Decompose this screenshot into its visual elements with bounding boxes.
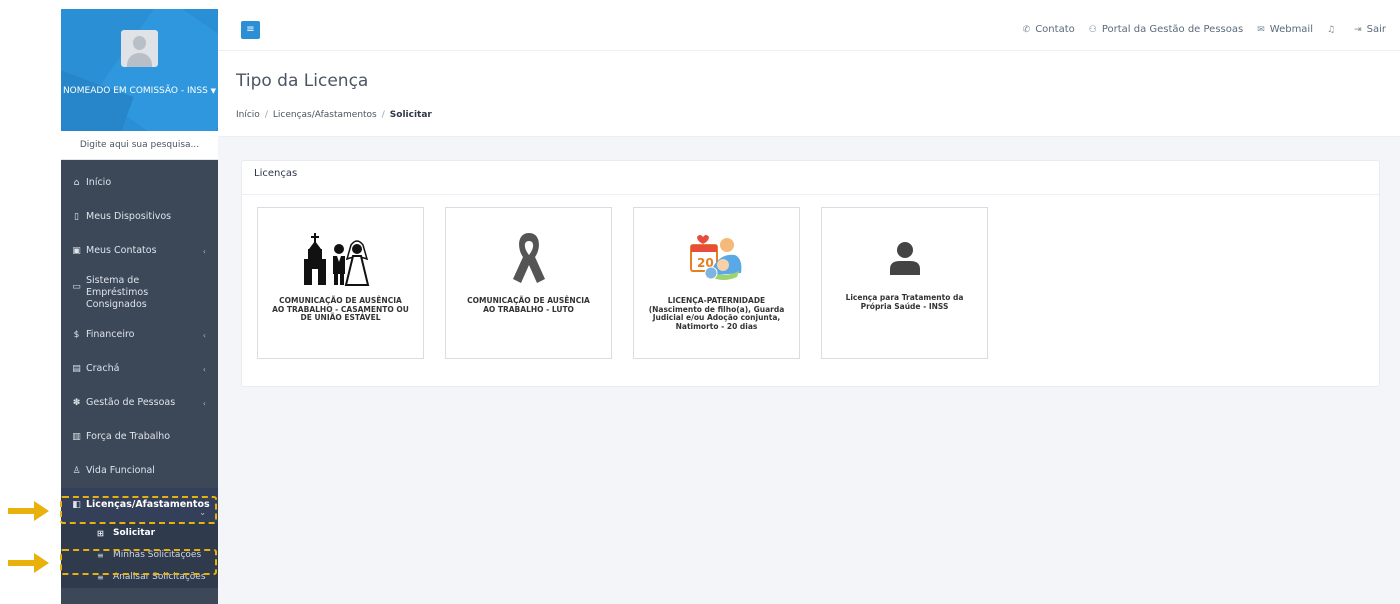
envelope-icon: ✉: [1257, 24, 1265, 35]
home-icon: ⌂: [73, 178, 80, 188]
sair-link[interactable]: ⇥ Sair: [1354, 24, 1386, 35]
card-tratamento-saude[interactable]: Licença para Tratamento da Própria Saúde…: [821, 207, 988, 359]
avatar: [121, 30, 158, 67]
sidebar-item-vida-funcional[interactable]: ♙ Vida Funcional: [61, 454, 218, 488]
top-links: ✆ Contato ⚇ Portal da Gestão de Pessoas ✉ W…: [1023, 9, 1386, 49]
dollar-icon: $: [73, 330, 80, 340]
chevron-left-icon: ‹: [202, 398, 206, 408]
workforce-icon: ▥: [72, 432, 81, 442]
logout-icon: ⇥: [1354, 24, 1362, 35]
contato-link[interactable]: ✆ Contato: [1023, 24, 1075, 35]
card-label: LICENÇA-PATERNIDADE (Nascimento de filho…: [648, 296, 785, 331]
bell-icon: ♫: [1327, 24, 1336, 35]
profile-panel: NOMEADO EM COMISSÃO - INSS ▼: [61, 9, 218, 131]
card-label: Licença para Tratamento da Própria Saúde…: [845, 293, 964, 311]
sidebar-item-gestao-pessoas[interactable]: ✽ Gestão de Pessoas ‹: [61, 386, 218, 420]
portal-gestao-link[interactable]: ⚇ Portal da Gestão de Pessoas: [1089, 24, 1243, 35]
licencas-panel: Licenças COMUNICAÇÃO DE AUSÊNCIA AO TRAB…: [241, 160, 1380, 387]
webmail-link[interactable]: ✉ Webmail: [1257, 24, 1313, 35]
person-icon: [822, 238, 987, 278]
chevron-left-icon: ‹: [202, 330, 206, 340]
breadcrumb-current: Solicitar: [389, 110, 432, 120]
plus-square-icon: ⊞: [97, 528, 104, 538]
sidebar-subitem-solicitar[interactable]: ⊞ Solicitar: [61, 522, 218, 544]
sidebar-item-meus-contatos[interactable]: ▣ Meus Contatos ‹: [61, 234, 218, 268]
sidebar-item-inicio[interactable]: ⌂ Início: [61, 166, 218, 200]
notifications-button[interactable]: ♫: [1327, 24, 1340, 35]
sidebar-search-input[interactable]: Digite aqui sua pesquisa...: [61, 131, 218, 160]
contacts-icon: ▣: [72, 246, 81, 256]
page: NOMEADO EM COMISSÃO - INSS ▼ Digite aqui…: [0, 0, 1400, 604]
sidebar-item-emprestimos[interactable]: ▭ Sistema de Empréstimos Consignados: [61, 268, 218, 318]
caret-down-icon: ▼: [210, 87, 217, 95]
card-luto[interactable]: COMUNICAÇÃO DE AUSÊNCIA AO TRABALHO - LU…: [445, 207, 612, 359]
people-icon: ✽: [72, 398, 81, 408]
annotation-arrow-icon: [8, 553, 49, 573]
highlight-licencas: [60, 496, 217, 524]
user-icon: ♙: [72, 466, 81, 476]
panel-title: Licenças: [242, 161, 1379, 195]
phone-icon: ✆: [1022, 24, 1031, 35]
chevron-left-icon: ‹: [202, 246, 206, 256]
sidebar-item-cracha[interactable]: ▤ Crachá ‹: [61, 352, 218, 386]
annotation-arrow-icon: [8, 501, 49, 521]
hamburger-menu-button[interactable]: ≡: [241, 21, 260, 39]
sidebar-item-financeiro[interactable]: $ Financeiro ‹: [61, 318, 218, 352]
page-title: Tipo da Licença: [236, 71, 369, 91]
mourning-ribbon-icon: [446, 228, 611, 288]
card-paternidade[interactable]: 20 LICENÇA-PATERNIDADE (Nascimento de fi…: [633, 207, 800, 359]
breadcrumb: Início / Licenças/Afastamentos / Solicitar: [236, 110, 432, 120]
title-area: Tipo da Licença Início / Licenças/Afastame…: [218, 51, 1400, 137]
card-label: COMUNICAÇÃO DE AUSÊNCIA AO TRABALHO - LU…: [467, 296, 590, 314]
chevron-left-icon: ‹: [202, 364, 206, 374]
top-header: ≡ ✆ Contato ⚇ Portal da Gestão de Pessoas …: [218, 9, 1400, 51]
wedding-icon: [258, 228, 423, 288]
users-icon: ⚇: [1088, 24, 1097, 35]
sidebar-item-meus-dispositivos[interactable]: ▯ Meus Dispositivos: [61, 200, 218, 234]
breadcrumb-licencas[interactable]: Licenças/Afastamentos: [273, 110, 377, 120]
profile-name[interactable]: NOMEADO EM COMISSÃO - INSS ▼: [61, 85, 218, 97]
card-casamento[interactable]: COMUNICAÇÃO DE AUSÊNCIA AO TRABALHO - CA…: [257, 207, 424, 359]
paternity-calendar-icon: 20: [634, 228, 799, 288]
breadcrumb-inicio[interactable]: Início: [236, 110, 260, 120]
badge-icon: ▤: [72, 364, 81, 374]
sidebar-item-forca-trabalho[interactable]: ▥ Força de Trabalho: [61, 420, 218, 454]
device-icon: ▯: [74, 212, 79, 222]
main-content: Licenças COMUNICAÇÃO DE AUSÊNCIA AO TRAB…: [218, 137, 1400, 604]
highlight-minhas-solicitacoes: [60, 549, 217, 575]
card-label: COMUNICAÇÃO DE AUSÊNCIA AO TRABALHO - CA…: [272, 296, 409, 322]
